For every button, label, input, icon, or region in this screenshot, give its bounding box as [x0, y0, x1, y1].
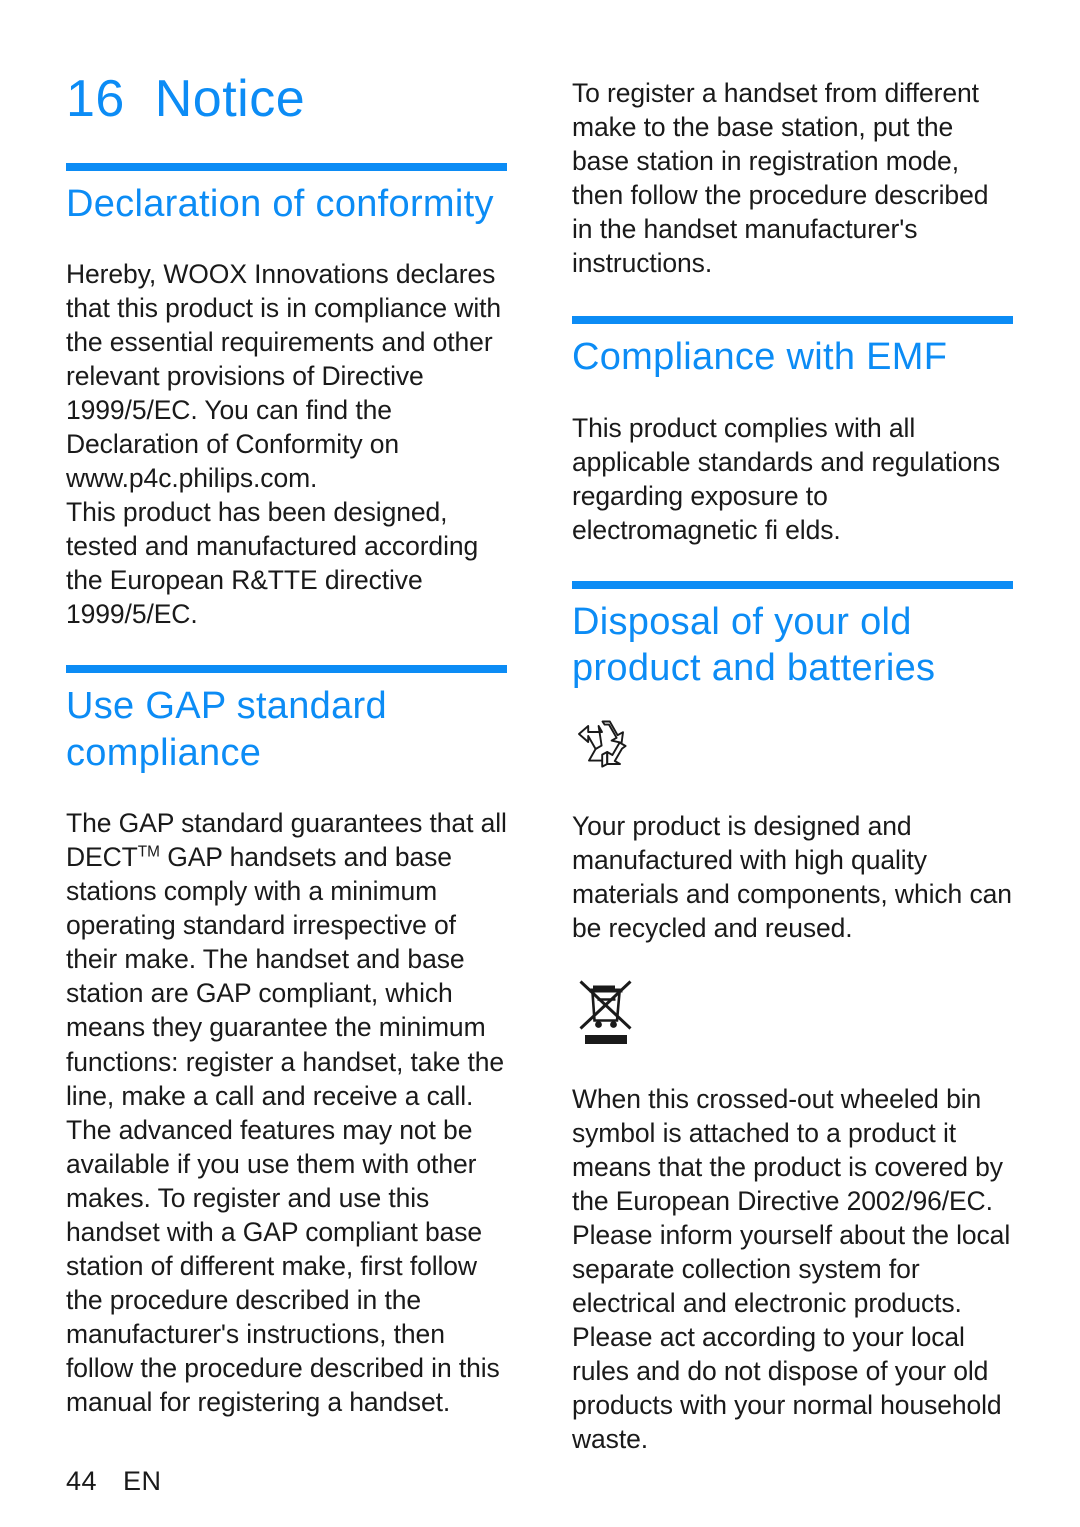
crossed-out-wheeled-bin-icon: [576, 975, 1013, 1052]
recycling-symbol-icon: [576, 718, 1013, 779]
registration-paragraph: To register a handset from different mak…: [572, 78, 989, 279]
disposal-paragraph-1: Your product is designed and manufacture…: [572, 810, 1012, 943]
section-divider-rule: [66, 665, 507, 674]
section-heading-use-gap-standard-compliance: Use GAP standard compliance: [66, 685, 387, 774]
page-title: 16 Notice: [66, 70, 306, 128]
section-heading-disposal-of-old-product-and-batteries: Disposal of your old product and batteri…: [572, 600, 936, 690]
declaration-paragraph-2: This product has been designed, tested a…: [66, 497, 479, 630]
document-page: 16 Notice Declaration of conformity Here…: [0, 0, 1080, 1527]
section-divider-rule: [572, 580, 1013, 589]
left-column: 16 Notice Declaration of conformity Here…: [66, 0, 507, 1419]
section-heading-declaration-of-conformity: Declaration of conformity: [66, 182, 494, 225]
gap-paragraph-part-b: GAP handsets and base stations comply wi…: [66, 842, 505, 1417]
disposal-paragraph-2: When this crossed-out wheeled bin symbol…: [572, 1083, 1011, 1455]
emf-paragraph: This product complies with all applicabl…: [572, 412, 1001, 545]
footer-language-code: EN: [123, 1466, 162, 1496]
declaration-paragraph-1: Hereby, WOOX Innovations declares that t…: [66, 258, 502, 494]
section-divider-rule: [572, 316, 1013, 325]
section-divider-rule: [66, 162, 507, 171]
footer-page-number: 44: [66, 1466, 98, 1496]
page-footer: 44 EN: [66, 1466, 162, 1497]
trademark-mark: TM: [137, 843, 160, 861]
section-heading-compliance-with-emf: Compliance with EMF: [572, 336, 948, 379]
right-column: To register a handset from different mak…: [572, 0, 1013, 1456]
gap-paragraph: The GAP standard guarantees that all DEC…: [66, 806, 507, 1419]
